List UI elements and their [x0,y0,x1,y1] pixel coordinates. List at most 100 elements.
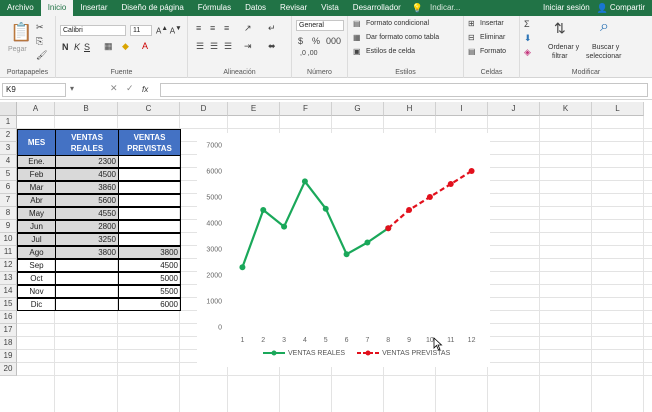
row-header-12[interactable]: 12 [0,259,17,272]
row-header-5[interactable]: 5 [0,168,17,181]
signin-link[interactable]: Iniciar sesión [536,0,597,16]
row-header-3[interactable]: 3 [0,142,17,155]
table-cell[interactable]: 2300 [55,155,119,168]
table-cell[interactable]: 2800 [55,220,119,233]
tab-desarrollador[interactable]: Desarrollador [346,0,408,16]
column-header-d[interactable]: D [180,102,228,116]
row-header-1[interactable]: 1 [0,116,17,129]
table-cell[interactable] [118,181,181,194]
name-box[interactable]: K9 [2,83,66,97]
increase-decimal-icon[interactable]: ,0 ,00 [300,50,318,57]
conditional-format-button[interactable]: Formato condicional [366,20,429,27]
table-cell[interactable]: Jul [17,233,56,246]
sort-filter-label-2[interactable]: filtrar [552,53,568,60]
align-right-icon[interactable]: ☰ [224,41,232,52]
table-cell[interactable]: 4500 [118,259,181,272]
row-header-7[interactable]: 7 [0,194,17,207]
tab-vista[interactable]: Vista [314,0,346,16]
confirm-entry-icon[interactable]: ✓ [126,83,134,94]
share-button[interactable]: Compartir [610,0,652,16]
row-header-6[interactable]: 6 [0,181,17,194]
table-cell[interactable]: Nov [17,285,56,298]
name-box-dropdown-icon[interactable]: ▾ [70,84,74,93]
paste-icon[interactable]: 📋 [10,22,32,43]
table-cell[interactable]: May [17,207,56,220]
insert-cells-icon[interactable]: ⊞ [468,19,475,28]
row-header-4[interactable]: 4 [0,155,17,168]
tell-me-input[interactable]: Indicar... [423,0,467,16]
column-header-h[interactable]: H [384,102,436,116]
table-cell[interactable] [118,168,181,181]
currency-icon[interactable]: $ [298,36,303,46]
column-header-e[interactable]: E [228,102,280,116]
row-header-15[interactable]: 15 [0,298,17,311]
format-table-icon[interactable]: ▦ [353,33,361,42]
insert-function-button[interactable]: fx [142,85,148,94]
tab-formulas[interactable]: Fórmulas [191,0,238,16]
formula-input[interactable] [160,83,648,97]
tab-datos[interactable]: Datos [238,0,273,16]
column-header-k[interactable]: K [540,102,592,116]
fill-icon[interactable]: ⬇ [524,33,532,44]
table-cell[interactable] [118,194,181,207]
table-cell[interactable] [55,298,119,311]
tab-insertar[interactable]: Insertar [73,0,114,16]
table-header-1[interactable]: VENTAS REALES [55,129,119,156]
table-cell[interactable] [118,207,181,220]
format-cells-icon[interactable]: ▤ [468,47,476,56]
autosum-icon[interactable]: Σ [524,19,530,29]
italic-button[interactable]: K [74,42,80,52]
insert-cells-button[interactable]: Insertar [480,20,504,27]
format-painter-icon[interactable]: 🖌 [36,50,47,61]
tab-inicio[interactable]: Inicio [40,0,74,16]
indent-icon[interactable]: ⇥ [244,41,252,52]
cut-icon[interactable]: ✂ [36,22,44,33]
row-header-20[interactable]: 20 [0,363,17,376]
delete-cells-button[interactable]: Eliminar [480,34,505,41]
font-color-icon[interactable]: A [142,41,148,51]
wrap-text-icon[interactable]: ↵ [268,23,276,34]
merge-center-icon[interactable]: ⬌ [268,41,276,52]
table-cell[interactable]: 3800 [118,246,181,259]
row-header-9[interactable]: 9 [0,220,17,233]
cancel-entry-icon[interactable]: ✕ [110,83,118,94]
row-header-10[interactable]: 10 [0,233,17,246]
row-header-16[interactable]: 16 [0,311,17,324]
table-cell[interactable]: 3800 [55,246,119,259]
tab-archivo[interactable]: Archivo [0,0,41,16]
clear-icon[interactable]: ◈ [524,47,531,58]
table-cell[interactable] [118,233,181,246]
table-cell[interactable]: 3860 [55,181,119,194]
table-cell[interactable]: Dic [17,298,56,311]
column-header-g[interactable]: G [332,102,384,116]
row-header-13[interactable]: 13 [0,272,17,285]
format-as-table-button[interactable]: Dar formato como tabla [366,34,439,41]
sales-line-chart[interactable]: 0 1000 2000 3000 4000 5000 6000 7000 1 2 3 4 5 6 7 8 9 10… [197,133,490,367]
comma-style-icon[interactable]: 000 [326,36,341,46]
percent-icon[interactable]: % [312,36,320,46]
table-cell[interactable]: 4500 [55,168,119,181]
column-header-j[interactable]: J [488,102,540,116]
table-header-0[interactable]: MES [17,129,56,156]
align-bottom-icon[interactable]: ≡ [224,23,229,33]
table-header-2[interactable]: VENTAS PREVISTAS [118,129,181,156]
paste-label[interactable]: Pegar [8,46,27,53]
column-header-l[interactable]: L [592,102,644,116]
column-header-i[interactable]: I [436,102,488,116]
table-cell[interactable] [118,155,181,168]
column-header-b[interactable]: B [55,102,118,116]
table-cell[interactable] [55,259,119,272]
copy-icon[interactable]: ⎘ [36,36,43,47]
align-middle-icon[interactable]: ≡ [210,23,215,33]
borders-icon[interactable]: ▦ [104,41,113,52]
table-cell[interactable]: 5500 [118,285,181,298]
orientation-icon[interactable]: ↗ [244,23,252,34]
format-cells-button[interactable]: Formato [480,48,506,55]
delete-cells-icon[interactable]: ⊟ [468,33,475,42]
row-header-11[interactable]: 11 [0,246,17,259]
table-cell[interactable]: Sep [17,259,56,272]
find-select-label-1[interactable]: Buscar y [592,44,619,51]
fill-color-icon[interactable]: ◆ [122,41,129,52]
font-name-combo[interactable]: Calibri [60,25,126,36]
column-header-f[interactable]: F [280,102,332,116]
